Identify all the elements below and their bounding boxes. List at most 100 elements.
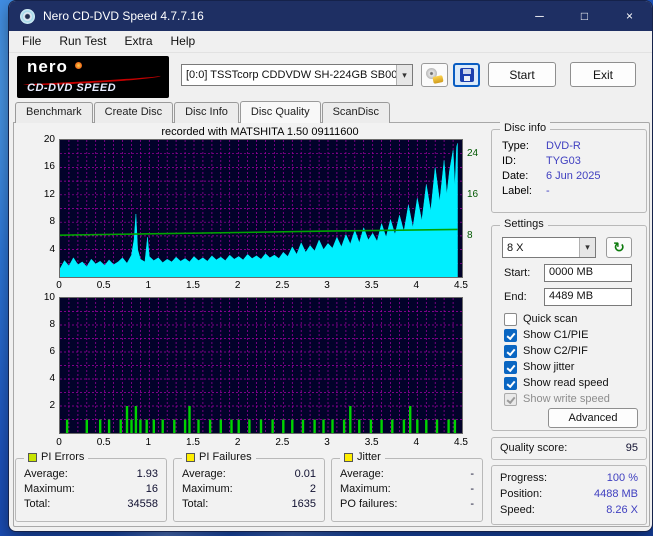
- menubar: File Run Test Extra Help: [9, 31, 652, 53]
- jitter-average-value: -: [470, 468, 474, 480]
- quick-scan-row: Quick scan: [504, 312, 577, 326]
- window-controls: ─ □ ×: [517, 1, 652, 31]
- maximize-button[interactable]: □: [562, 1, 607, 31]
- pif-maximum-value: 2: [309, 483, 316, 495]
- disc-id-value: TYG03: [546, 155, 581, 167]
- pie-x-axis: 0 0.5 1 1.5 2 2.5 3 3.5 4 4.5: [56, 280, 468, 291]
- tabstrip: Benchmark Create Disc Disc Info Disc Qua…: [15, 101, 391, 123]
- save-icon: [459, 68, 474, 82]
- minimize-button[interactable]: ─: [517, 1, 562, 31]
- nero-logo: nero CD-DVD SPEED: [17, 56, 169, 98]
- scan-speed-value: 8 X: [507, 241, 524, 254]
- show-jitter-row: Show jitter: [504, 360, 574, 374]
- speed-right-axis: 8 16 24: [467, 147, 479, 241]
- pif-x-axis: 0 0.5 1 1.5 2 2.5 3 3.5 4 4.5: [56, 437, 468, 448]
- pie-maximum-value: 16: [145, 483, 158, 495]
- end-position-field[interactable]: 4489 MB: [544, 288, 632, 306]
- pif-total-label: Total:: [182, 498, 209, 510]
- chevron-down-icon[interactable]: ▾: [579, 238, 595, 257]
- tab-disc-quality[interactable]: Disc Quality: [239, 101, 321, 123]
- pi-failures-chart: [59, 297, 463, 434]
- pie-total-label: Total:: [24, 498, 51, 510]
- quality-score-panel: Quality score: 95: [491, 437, 647, 460]
- tab-scandisc[interactable]: ScanDisc: [321, 102, 391, 123]
- close-button[interactable]: ×: [607, 1, 652, 31]
- show-c1-pie-label: Show C1/PIE: [523, 329, 589, 341]
- window-title: Nero CD-DVD Speed 4.7.7.16: [43, 9, 204, 23]
- menu-file[interactable]: File: [13, 31, 50, 52]
- po-failures-value: -: [470, 498, 474, 510]
- quality-score-value: 95: [625, 442, 638, 454]
- pif-average-label: Average:: [182, 468, 226, 480]
- exit-button[interactable]: Exit: [570, 62, 636, 87]
- jitter-average-label: Average:: [340, 468, 384, 480]
- nero-flame-icon: [75, 62, 82, 69]
- pi-errors-swatch-icon: [28, 452, 37, 462]
- eject-disc-icon: [426, 67, 443, 83]
- drive-select[interactable]: [0:0] TSSTcorp CDDVDW SH-224GB SB00 ▾: [181, 64, 413, 86]
- tab-benchmark[interactable]: Benchmark: [15, 102, 93, 123]
- show-c1-pie-row: Show C1/PIE: [504, 328, 588, 342]
- titlebar: Nero CD-DVD Speed 4.7.7.16 ─ □ ×: [9, 1, 652, 31]
- app-disc-icon: [20, 8, 35, 24]
- jitter-maximum-label: Maximum:: [340, 483, 391, 495]
- pie-left-axis: 4 8 12 16 20: [43, 134, 55, 255]
- quick-scan-checkbox[interactable]: [504, 312, 517, 326]
- disc-date-value: 6 Jun 2025: [546, 170, 601, 182]
- jitter-panel: Jitter Average: - Maximum: - PO failures: -: [331, 451, 483, 522]
- disc-info-panel: Disc info Type: DVD-R ID: TYG03 Date: 6 Jun…: [491, 122, 647, 213]
- disc-info-title: Disc info: [500, 122, 551, 134]
- pi-failures-panel: PI Failures Average: 0.01 Maximum: 2 Total…: [173, 451, 325, 522]
- po-failures-label: PO failures:: [340, 498, 398, 510]
- menu-run-test[interactable]: Run Test: [50, 31, 115, 52]
- cd-dvd-speed-text: CD-DVD SPEED: [27, 82, 117, 94]
- show-read-speed-checkbox[interactable]: [504, 376, 517, 390]
- advanced-button[interactable]: Advanced: [548, 408, 638, 428]
- show-c2-pif-label: Show C2/PIF: [523, 345, 588, 357]
- jitter-maximum-value: -: [470, 483, 474, 495]
- app-window: Nero CD-DVD Speed 4.7.7.16 ─ □ × File Ru…: [8, 0, 653, 532]
- pif-average-value: 0.01: [294, 468, 316, 480]
- progress-panel: Progress: 100 % Position: 4488 MB Speed: 8.…: [491, 465, 647, 525]
- start-field-label: Start:: [504, 267, 531, 279]
- chart-header: recorded with MATSHITA 1.50 09111600: [161, 126, 359, 138]
- show-c2-pif-checkbox[interactable]: [504, 344, 517, 358]
- tab-disc-info[interactable]: Disc Info: [174, 102, 239, 123]
- menu-extra[interactable]: Extra: [115, 31, 161, 52]
- end-field-label: End:: [504, 291, 527, 303]
- disc-date-label: Date:: [502, 170, 529, 182]
- pi-errors-title: PI Errors: [41, 451, 85, 463]
- show-c1-pie-checkbox[interactable]: [504, 328, 517, 342]
- speed-label: Speed:: [500, 504, 535, 516]
- scan-speed-select[interactable]: 8 X ▾: [502, 237, 596, 258]
- nero-logo-text: nero: [27, 57, 68, 76]
- start-button[interactable]: Start: [488, 62, 556, 87]
- show-write-speed-checkbox[interactable]: [504, 392, 517, 406]
- eject-disc-button[interactable]: [421, 63, 448, 87]
- show-read-speed-row: Show read speed: [504, 376, 609, 390]
- progress-value: 100 %: [606, 472, 638, 484]
- disc-id-label: ID:: [502, 155, 517, 167]
- refresh-button[interactable]: ↻: [606, 237, 632, 258]
- start-position-field[interactable]: 0000 MB: [544, 264, 632, 282]
- save-button[interactable]: [453, 63, 480, 87]
- toolbar: nero CD-DVD SPEED [0:0] TSSTcorp CDDVDW …: [9, 53, 652, 101]
- quality-score-label: Quality score:: [500, 442, 568, 454]
- pif-maximum-label: Maximum:: [182, 483, 233, 495]
- pi-failures-title: PI Failures: [199, 451, 252, 463]
- position-label: Position:: [500, 488, 543, 500]
- chevron-down-icon[interactable]: ▾: [396, 65, 412, 85]
- speed-value: 8.26 X: [606, 504, 638, 516]
- jitter-title: Jitter: [357, 451, 381, 463]
- pie-average-value: 1.93: [136, 468, 158, 480]
- disc-type-value: DVD-R: [546, 140, 581, 152]
- show-write-speed-label: Show write speed: [523, 393, 610, 405]
- pie-total-value: 34558: [127, 498, 158, 510]
- menu-help[interactable]: Help: [162, 31, 205, 52]
- pi-errors-panel: PI Errors Average: 1.93 Maximum: 16 Total:…: [15, 451, 167, 522]
- disc-label-value: -: [546, 185, 550, 197]
- show-jitter-checkbox[interactable]: [504, 360, 517, 374]
- tab-create-disc[interactable]: Create Disc: [93, 102, 174, 123]
- pie-average-label: Average:: [24, 468, 68, 480]
- progress-label: Progress:: [500, 472, 548, 484]
